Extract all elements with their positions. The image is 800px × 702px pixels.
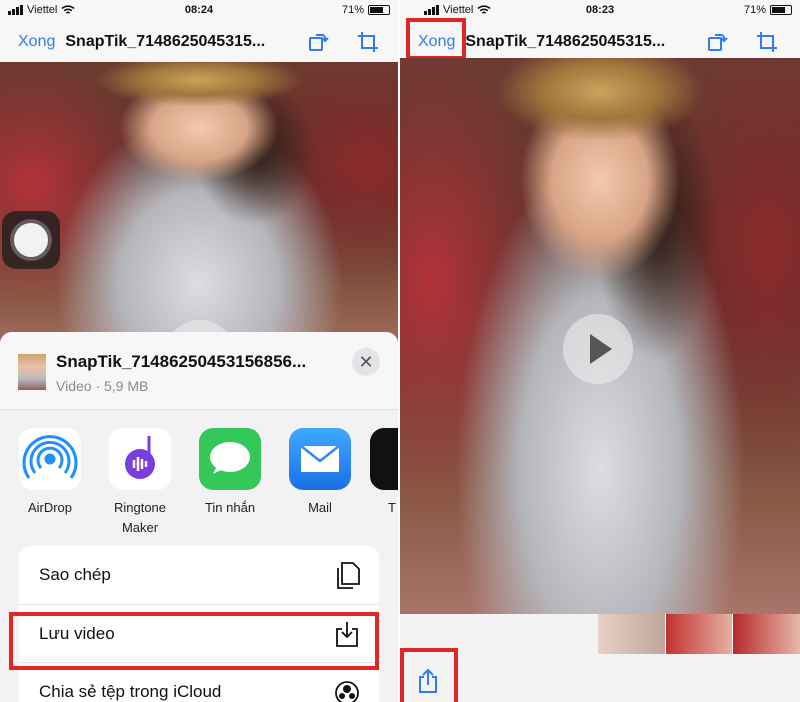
share-file-name: SnapTik_71486250453156856... xyxy=(56,352,307,371)
close-button[interactable]: ✕ xyxy=(352,348,380,376)
share-app-messages[interactable]: Tin nhắn xyxy=(190,428,270,518)
file-thumbnail xyxy=(18,354,46,390)
battery-percent: 71% xyxy=(743,4,766,16)
share-app-label: AirDrop xyxy=(27,500,73,515)
frame-thumbnail xyxy=(664,614,733,654)
share-app-ringtone-maker[interactable]: Ringtone Maker xyxy=(100,428,180,538)
assistive-touch-button[interactable] xyxy=(2,211,60,269)
messages-icon xyxy=(199,428,261,490)
battery-percent: 71% xyxy=(341,4,364,16)
tiktok-icon xyxy=(370,428,398,490)
share-app-label: Mail xyxy=(308,500,332,515)
action-label: Sao chép xyxy=(39,565,111,584)
highlight-done-button xyxy=(406,18,466,60)
clock: 08:23 xyxy=(585,4,615,16)
battery-icon xyxy=(770,5,792,15)
file-title: SnapTik_7148625045315... xyxy=(465,33,666,50)
play-button[interactable] xyxy=(563,314,633,384)
copy-action[interactable]: Sao chép xyxy=(19,546,379,604)
right-screen: Viettel 08:23 71% Xong SnapTik_714862504… xyxy=(400,0,800,702)
share-apps-row: AirDrop Ringtone Maker Tin nhắn Mail T xyxy=(0,428,398,538)
file-title: SnapTik_7148625045315... xyxy=(65,33,266,50)
share-app-label: Ringtone Maker xyxy=(113,500,167,535)
share-app-tiktok[interactable]: T xyxy=(370,428,398,518)
video-preview[interactable] xyxy=(0,62,398,362)
video-preview[interactable] xyxy=(400,58,800,614)
highlight-save-video xyxy=(9,612,379,670)
share-file-info: Video · 5,9 MB xyxy=(56,378,149,394)
frame-thumbnail xyxy=(732,614,800,654)
left-screen: Viettel 08:24 71% Xong SnapTik_714862504… xyxy=(0,0,398,702)
action-label: Chia sẻ tệp trong iCloud xyxy=(39,681,222,701)
nav-bar: Xong SnapTik_7148625045315... xyxy=(0,22,398,62)
done-button[interactable]: Xong xyxy=(18,33,55,51)
rotate-icon[interactable] xyxy=(705,30,729,54)
crop-icon[interactable] xyxy=(356,30,380,54)
airdrop-icon xyxy=(19,428,81,490)
mail-icon xyxy=(289,428,351,490)
crop-icon[interactable] xyxy=(755,30,779,54)
share-sheet-header: SnapTik_71486250453156856... Video · 5,9… xyxy=(0,332,398,410)
share-app-mail[interactable]: Mail xyxy=(280,428,360,518)
share-app-airdrop[interactable]: AirDrop xyxy=(10,428,90,518)
share-app-label: Tin nhắn xyxy=(204,500,256,515)
icloud-share-icon xyxy=(335,681,359,702)
status-bar: Viettel 08:24 71% xyxy=(0,0,398,22)
bottom-toolbar xyxy=(400,654,800,702)
share-app-label: T xyxy=(388,500,396,515)
video-frame-strip[interactable] xyxy=(598,614,800,654)
clock: 08:24 xyxy=(184,4,214,16)
frame-thumbnail xyxy=(598,614,665,654)
rotate-icon[interactable] xyxy=(306,30,330,54)
highlight-share-button xyxy=(400,648,458,702)
ringtone-maker-icon xyxy=(109,428,171,490)
copy-icon xyxy=(337,562,360,589)
battery-icon xyxy=(368,5,390,15)
